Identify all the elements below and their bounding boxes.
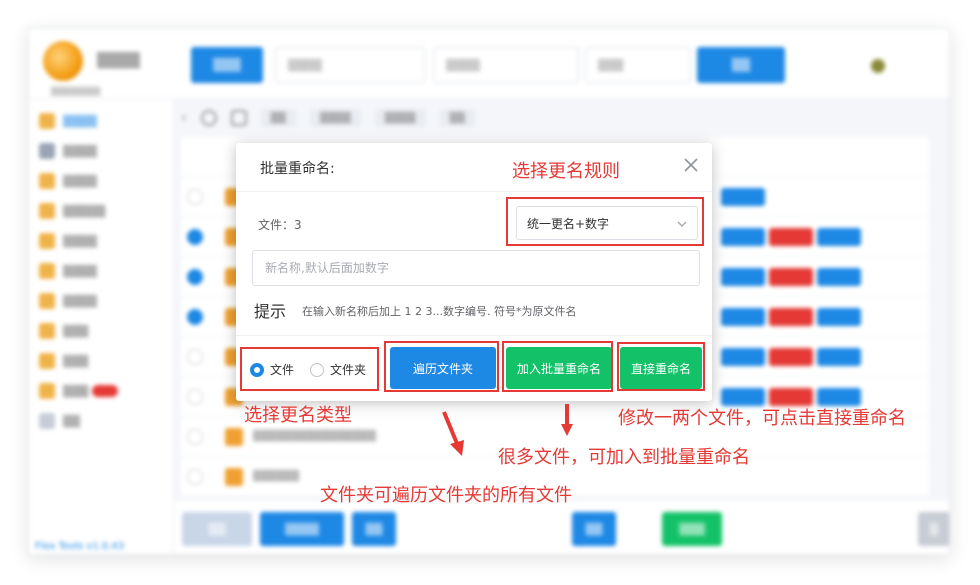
new-name-input[interactable] bbox=[252, 250, 700, 286]
breadcrumb-item[interactable]: ▒▒▒▒ bbox=[374, 109, 426, 127]
file-count-label: 文件：3 bbox=[258, 218, 302, 232]
row-checkbox[interactable] bbox=[187, 189, 203, 205]
bottom-button[interactable]: ▒▒ bbox=[572, 512, 616, 546]
header-filter-select[interactable]: ▒▒▒▒ bbox=[433, 47, 579, 83]
bottom-button[interactable]: ▒▒ bbox=[182, 512, 252, 546]
refresh-icon[interactable] bbox=[200, 110, 217, 126]
folder-icon bbox=[39, 353, 55, 369]
radio-folder[interactable]: 文件夹 bbox=[310, 361, 366, 378]
back-icon[interactable]: ‹ bbox=[181, 110, 187, 126]
tip-text: 在输入新名称后加上 1 2 3...数字编号. 符号*为原文件名 bbox=[302, 305, 577, 318]
folder-icon bbox=[39, 263, 55, 279]
app-subtitle-blurred: ▒▒▒▒▒▒▒▒ bbox=[51, 87, 101, 96]
annotation-choose-type: 选择更名类型 bbox=[244, 405, 352, 426]
header-search-input[interactable]: ▒▒▒ bbox=[585, 47, 691, 83]
breadcrumb-item[interactable]: ▒▒ bbox=[260, 109, 296, 127]
dialog-footer-divider bbox=[236, 335, 712, 336]
folder-icon bbox=[39, 173, 55, 189]
traverse-folder-button[interactable]: 遍历文件夹 bbox=[390, 347, 496, 389]
row-checkbox[interactable] bbox=[187, 389, 203, 405]
sidebar-item-4[interactable]: ▒▒▒▒▒ bbox=[39, 201, 105, 221]
folder-icon bbox=[39, 113, 55, 129]
info-icon bbox=[39, 413, 55, 429]
dialog-divider bbox=[236, 191, 712, 192]
arrow-down-icon bbox=[442, 411, 464, 456]
bottom-button[interactable]: ▒▒▒ bbox=[662, 512, 722, 546]
bottom-toolbar: ▒▒ ▒▒▒▒ ▒▒ ▒▒ ▒▒▒ ▒ bbox=[174, 499, 949, 554]
folder-icon bbox=[39, 323, 55, 339]
file-name-blurred: ▒▒▒▒▒▒▒▒▒▒▒▒▒▒▒▒ bbox=[253, 431, 377, 442]
row-checkbox[interactable] bbox=[187, 269, 203, 285]
bottom-button[interactable]: ▒ bbox=[918, 512, 949, 546]
row-checkbox[interactable] bbox=[187, 309, 203, 325]
file-icon bbox=[225, 428, 243, 446]
sidebar-item-1[interactable]: ▒▒▒▒ bbox=[39, 111, 97, 131]
breadcrumb-item[interactable]: ▒▒ bbox=[439, 109, 475, 127]
folder-icon bbox=[39, 293, 55, 309]
folder-icon bbox=[39, 203, 55, 219]
radio-folder-label: 文件夹 bbox=[330, 363, 367, 377]
bottom-button[interactable]: ▒▒ bbox=[352, 512, 396, 546]
dialog-title: 批量重命名: bbox=[260, 161, 335, 177]
radio-dot bbox=[310, 362, 324, 377]
version-link[interactable]: Flex Tools v1.0.43 bbox=[35, 541, 124, 552]
tip-label: 提示 bbox=[254, 302, 287, 321]
radio-file-label: 文件 bbox=[270, 363, 295, 377]
header-primary-button[interactable]: ▒▒▒ bbox=[191, 47, 263, 83]
rename-rule-select[interactable]: 统一更名+数字 bbox=[516, 206, 698, 240]
share-icon bbox=[39, 143, 55, 159]
sidebar-item-9[interactable]: ▒▒▒ bbox=[39, 351, 88, 371]
sidebar-item-7[interactable]: ▒▒▒▒ bbox=[39, 291, 97, 311]
annotation-many-files: 很多文件，可加入到批量重命名 bbox=[498, 447, 750, 468]
folder-icon bbox=[39, 233, 55, 249]
annotation-choose-rule: 选择更名规则 bbox=[512, 161, 620, 182]
home-icon[interactable] bbox=[230, 110, 247, 126]
sidebar-item-11[interactable]: ▒▒ bbox=[39, 411, 80, 431]
sidebar-item-8[interactable]: ▒▒▒ bbox=[39, 321, 88, 341]
sidebar-item-6[interactable]: ▒▒▒▒ bbox=[39, 261, 97, 281]
bottom-button[interactable]: ▒▒▒▒ bbox=[260, 512, 344, 546]
batch-rename-dialog: 批量重命名: 文件：3 统一更名+数字 提示 在输入新名称后加上 1 2 3..… bbox=[236, 143, 712, 401]
sidebar-item-5[interactable]: ▒▒▒▒ bbox=[39, 231, 97, 251]
app-header: ▒▒▒▒ ▒▒▒▒▒▒▒▒ ▒▒▒ ▒▒▒▒ ▒▒▒▒ ▒▒▒ ▒▒ bbox=[29, 29, 949, 99]
sidebar-item-2[interactable]: ▒▒▒▒ bbox=[39, 141, 97, 161]
folder-icon bbox=[39, 383, 55, 399]
radio-dot bbox=[250, 362, 264, 377]
file-icon bbox=[225, 468, 243, 486]
annotation-modify-few: 修改一两个文件，可点击直接重命名 bbox=[618, 408, 906, 429]
rename-rule-value: 统一更名+数字 bbox=[527, 216, 610, 231]
row-checkbox[interactable] bbox=[187, 349, 203, 365]
row-checkbox[interactable] bbox=[187, 229, 203, 245]
breadcrumb: ‹ ▒▒ ▒▒▒▒ ▒▒▒▒ ▒▒ bbox=[181, 103, 929, 133]
radio-file[interactable]: 文件 bbox=[250, 361, 294, 378]
direct-rename-button[interactable]: 直接重命名 bbox=[620, 347, 702, 389]
header-search-button[interactable]: ▒▒ bbox=[697, 47, 785, 83]
row-checkbox[interactable] bbox=[187, 469, 203, 485]
close-icon bbox=[684, 158, 698, 172]
sidebar-item-10[interactable]: ▒▒▒ bbox=[39, 381, 119, 401]
arrow-down-icon bbox=[561, 404, 573, 436]
close-button[interactable] bbox=[682, 156, 700, 174]
row-checkbox[interactable] bbox=[187, 429, 203, 445]
header-drive-select[interactable]: ▒▒▒▒ bbox=[275, 47, 425, 83]
breadcrumb-item[interactable]: ▒▒▒▒ bbox=[310, 109, 361, 127]
chevron-down-icon bbox=[677, 221, 687, 227]
sidebar-item-3[interactable]: ▒▒▒▒ bbox=[39, 171, 97, 191]
add-batch-rename-button[interactable]: 加入批量重命名 bbox=[506, 347, 612, 389]
annotation-folder-traverse: 文件夹可遍历文件夹的所有文件 bbox=[320, 485, 572, 506]
sidebar: ▒▒▒▒ ▒▒▒▒ ▒▒▒▒ ▒▒▒▒▒ ▒▒▒▒ ▒▒▒▒ ▒▒▒▒ ▒▒▒ … bbox=[29, 99, 174, 554]
user-avatar[interactable] bbox=[871, 59, 885, 73]
file-name-blurred: ▒▒▒▒▒▒ bbox=[253, 471, 300, 482]
app-logo bbox=[43, 41, 83, 81]
app-title-blurred: ▒▒▒▒ bbox=[97, 53, 141, 69]
